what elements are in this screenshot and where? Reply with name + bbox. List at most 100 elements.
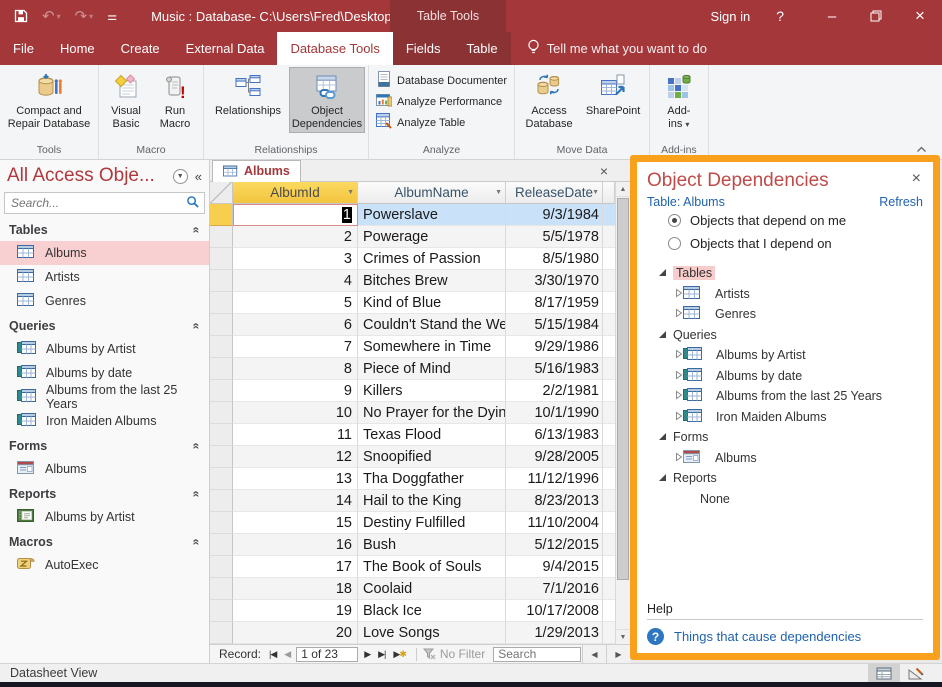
access-database-button[interactable]: Access Database [518, 67, 580, 133]
cell-albumname[interactable]: The Book of Souls [358, 556, 506, 578]
cell-albumid[interactable]: 10 [233, 402, 358, 424]
cell-albumname[interactable]: Tha Doggfather [358, 468, 506, 490]
cell-albumid[interactable]: 16 [233, 534, 358, 556]
tree-group-queries[interactable]: Queries [647, 325, 923, 346]
nav-search-box[interactable] [4, 192, 205, 214]
nav-item-albums[interactable]: Albums [0, 241, 209, 265]
tree-collapsed-icon[interactable] [675, 287, 683, 301]
analyze-table-button[interactable]: Analyze Table [372, 112, 469, 133]
cell-albumid[interactable]: 13 [233, 468, 358, 490]
nav-item-iron-maiden-albums[interactable]: Iron Maiden Albums [0, 409, 209, 433]
nav-item-albums[interactable]: Albums [0, 457, 209, 481]
row-selector[interactable] [210, 204, 233, 226]
cell-albumname[interactable]: Crimes of Passion [358, 248, 506, 270]
cell-releasedate[interactable]: 7/1/2016 [506, 578, 603, 600]
cell-albumid[interactable]: 17 [233, 556, 358, 578]
tree-expanded-icon[interactable] [658, 430, 667, 444]
help-link[interactable]: Things that cause dependencies [674, 629, 861, 644]
table-row[interactable]: 2Powerage5/5/1978 [210, 226, 630, 248]
radio-unselected-icon[interactable] [668, 237, 681, 250]
scroll-right-icon[interactable]: ▶ [606, 645, 630, 664]
cell-albumname[interactable]: Couldn't Stand the Weather [358, 314, 506, 336]
cell-albumname[interactable]: Bush [358, 534, 506, 556]
nav-item-albums-by-artist[interactable]: Albums by Artist [0, 337, 209, 361]
table-row[interactable]: 4Bitches Brew3/30/1970 [210, 270, 630, 292]
cell-releasedate[interactable]: 5/12/2015 [506, 534, 603, 556]
relationships-button[interactable]: Relationships [207, 67, 289, 120]
table-row[interactable]: 17The Book of Souls9/4/2015 [210, 556, 630, 578]
collapse-group-icon[interactable]: « [190, 226, 204, 233]
table-row[interactable]: 18Coolaid7/1/2016 [210, 578, 630, 600]
ribbon-tab-home[interactable]: Home [47, 32, 108, 65]
cell-albumname[interactable]: Destiny Fulfilled [358, 512, 506, 534]
cell-albumname[interactable]: Love Songs [358, 622, 506, 644]
nav-group-queries[interactable]: Queries« [0, 314, 209, 337]
cell-albumname[interactable]: Bitches Brew [358, 270, 506, 292]
cell-releasedate[interactable]: 2/2/1981 [506, 380, 603, 402]
tree-collapsed-icon[interactable] [675, 389, 683, 403]
cell-releasedate[interactable]: 9/29/1986 [506, 336, 603, 358]
filter-status[interactable]: No Filter [423, 647, 485, 661]
tree-group-reports[interactable]: Reports [647, 468, 923, 489]
nav-item-albums-by-date[interactable]: Albums by date [0, 361, 209, 385]
table-row[interactable]: 16Bush5/12/2015 [210, 534, 630, 556]
row-selector[interactable] [210, 446, 233, 468]
cell-albumid[interactable]: 3 [233, 248, 358, 270]
help-button[interactable]: ? [776, 8, 784, 24]
tree-item-iron-maiden-albums[interactable]: Iron Maiden Albums [647, 407, 923, 428]
close-document-icon[interactable]: × [600, 160, 608, 182]
collapse-ribbon-icon[interactable] [912, 142, 930, 156]
row-selector[interactable] [210, 490, 233, 512]
sort-dropdown-icon[interactable]: ▼ [347, 189, 354, 196]
table-row[interactable]: 20Love Songs1/29/2013 [210, 622, 630, 644]
table-row[interactable]: 19Black Ice10/17/2008 [210, 600, 630, 622]
tree-collapsed-icon[interactable] [675, 451, 683, 465]
cell-albumname[interactable]: Killers [358, 380, 506, 402]
cell-albumid[interactable]: 9 [233, 380, 358, 402]
cell-albumid[interactable]: 19 [233, 600, 358, 622]
run-macro-button[interactable]: !Run Macro [150, 67, 200, 133]
cell-releasedate[interactable]: 9/28/2005 [506, 446, 603, 468]
table-row[interactable]: 15Destiny Fulfilled11/10/2004 [210, 512, 630, 534]
select-all-corner[interactable] [210, 182, 233, 204]
datasheet-view-icon[interactable] [868, 664, 900, 683]
sharepoint-button[interactable]: SharePoint [580, 67, 646, 120]
column-header-albumname[interactable]: AlbumName▼ [358, 182, 506, 204]
table-row[interactable]: 9Killers2/2/1981 [210, 380, 630, 402]
cell-releasedate[interactable]: 10/17/2008 [506, 600, 603, 622]
table-row[interactable]: 13Tha Doggfather11/12/1996 [210, 468, 630, 490]
nav-group-reports[interactable]: Reports« [0, 482, 209, 505]
last-record-button[interactable]: ▶| [374, 649, 389, 660]
redo-icon[interactable]: ↷▾ [75, 7, 94, 25]
ribbon-tab-database-tools[interactable]: Database Tools [277, 32, 392, 65]
nav-item-artists[interactable]: Artists [0, 265, 209, 289]
vertical-scrollbar[interactable]: ▲ ▼ [615, 182, 630, 644]
first-record-button[interactable]: |◀ [265, 649, 280, 660]
cell-releasedate[interactable]: 5/16/1983 [506, 358, 603, 380]
table-row[interactable]: 7Somewhere in Time9/29/1986 [210, 336, 630, 358]
document-tab-albums[interactable]: Albums [212, 160, 301, 182]
cell-albumname[interactable]: Hail to the King [358, 490, 506, 512]
table-row[interactable]: 1Powerslave9/3/1984 [210, 204, 630, 226]
cell-releasedate[interactable]: 6/13/1983 [506, 424, 603, 446]
customize-qat-icon[interactable]: ⚌ [107, 10, 117, 23]
nav-item-albums-from-the-last-25-years[interactable]: Albums from the last 25 Years [0, 385, 209, 409]
database-documenter-button[interactable]: Database Documenter [372, 70, 511, 91]
cell-albumname[interactable]: Powerage [358, 226, 506, 248]
nav-group-forms[interactable]: Forms« [0, 434, 209, 457]
tree-group-tables[interactable]: Tables [647, 263, 923, 284]
row-selector[interactable] [210, 622, 233, 644]
tree-item-artists[interactable]: Artists [647, 284, 923, 305]
column-header-releasedate[interactable]: ReleaseDate▼ [506, 182, 603, 204]
table-row[interactable]: 14Hail to the King8/23/2013 [210, 490, 630, 512]
tree-collapsed-icon[interactable] [675, 307, 683, 321]
row-selector[interactable] [210, 512, 233, 534]
row-selector[interactable] [210, 358, 233, 380]
row-selector[interactable] [210, 292, 233, 314]
collapse-group-icon[interactable]: « [190, 538, 204, 545]
radio-selected-icon[interactable] [668, 214, 681, 227]
previous-record-button[interactable]: ◀ [280, 649, 294, 660]
tree-expanded-icon[interactable] [658, 471, 667, 485]
object-dependencies-button[interactable]: Object Dependencies [289, 67, 365, 133]
scroll-down-icon[interactable]: ▼ [616, 629, 630, 644]
